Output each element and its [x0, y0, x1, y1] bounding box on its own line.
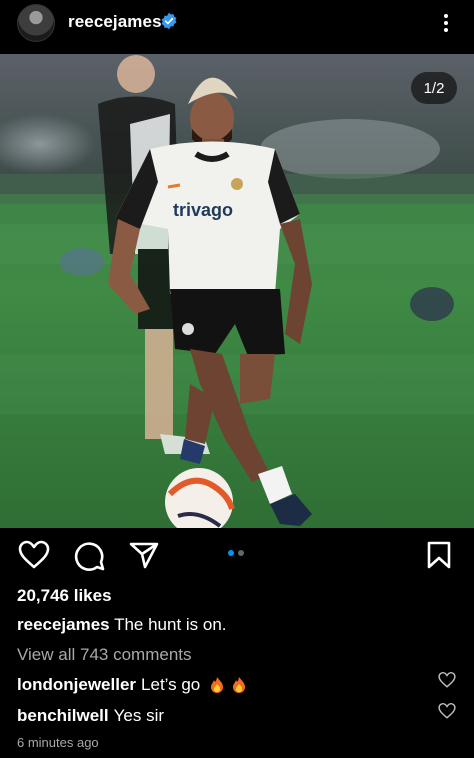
verified-badge-icon — [161, 12, 177, 30]
carousel-dots — [228, 550, 244, 556]
save-bookmark-icon[interactable] — [427, 541, 451, 569]
comment-username[interactable]: londonjeweller — [17, 675, 136, 695]
shirt-sponsor-text: trivago — [173, 200, 233, 220]
caption-username[interactable]: reecejames — [17, 615, 110, 634]
post-timestamp: 6 minutes ago — [17, 735, 99, 750]
post-image[interactable]: trivago — [0, 54, 474, 528]
likes-count[interactable]: 20,746 likes — [17, 586, 112, 606]
comment-text: Yes sir — [113, 706, 165, 725]
post-caption: reecejames The hunt is on. — [17, 615, 227, 635]
carousel-dot-active — [228, 550, 234, 556]
avatar[interactable] — [17, 4, 55, 42]
comment-like-heart-icon[interactable] — [438, 671, 456, 689]
caption-text: The hunt is on. — [114, 615, 227, 634]
like-heart-icon[interactable] — [18, 540, 50, 570]
comment-item: benchilwell Yes sir — [17, 706, 164, 726]
action-bar — [0, 528, 474, 586]
post-header: reecejames — [0, 0, 474, 54]
comment-icon[interactable] — [74, 540, 106, 572]
comment-text: Let’s go — [141, 675, 201, 694]
comment-username[interactable]: benchilwell — [17, 706, 109, 726]
more-options-icon[interactable] — [436, 12, 456, 34]
image-counter: 1/2 — [411, 72, 457, 104]
carousel-dot — [238, 550, 244, 556]
fire-emoji-icon — [211, 677, 224, 693]
share-send-icon[interactable] — [128, 540, 160, 570]
post-username[interactable]: reecejames — [68, 12, 162, 32]
comment-item: londonjeweller Let’s go — [17, 675, 248, 695]
view-all-comments-link[interactable]: View all 743 comments — [17, 645, 192, 665]
comment-like-heart-icon[interactable] — [438, 702, 456, 720]
post-photo: trivago — [0, 54, 474, 528]
fire-emoji-icon — [233, 677, 246, 693]
